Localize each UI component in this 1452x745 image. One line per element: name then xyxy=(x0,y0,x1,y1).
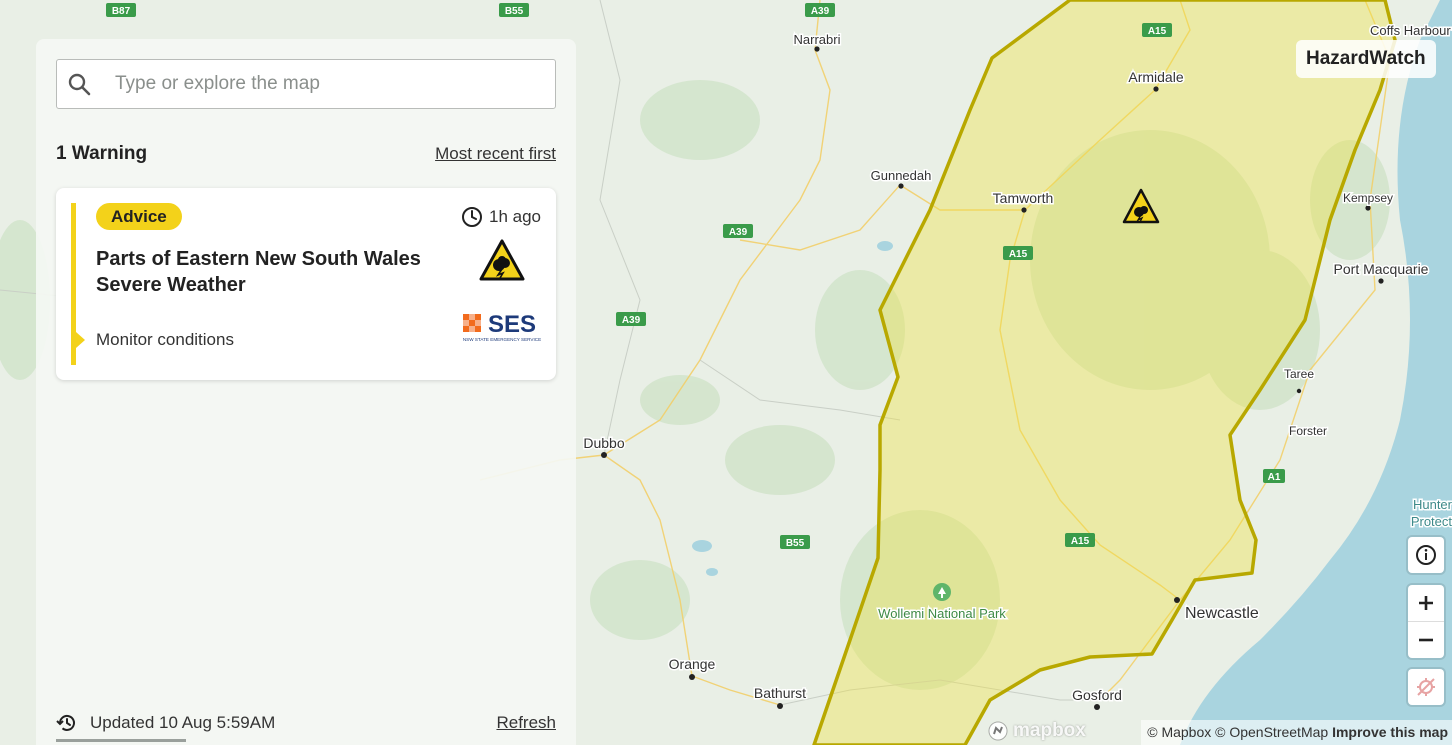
info-button[interactable] xyxy=(1408,537,1444,573)
road-shield-a15: A15 xyxy=(1065,533,1095,547)
map-label-hunter: Hunter xyxy=(1413,497,1452,512)
map-label-narrabri: Narrabri xyxy=(794,32,841,47)
warning-level-badge: Advice xyxy=(96,203,182,230)
map-label-taree: Taree xyxy=(1284,367,1314,381)
zoom-control[interactable] xyxy=(1408,585,1444,658)
svg-text:B87: B87 xyxy=(112,6,131,17)
warning-time-text: 1h ago xyxy=(489,207,541,226)
warning-action: Monitor conditions xyxy=(96,330,234,349)
road-shield-a15: A15 xyxy=(1003,246,1033,260)
mapbox-logo-text: mapbox xyxy=(1013,720,1086,741)
map-label-dubbo: Dubbo xyxy=(583,435,624,451)
info-control[interactable] xyxy=(1408,537,1444,573)
svg-text:A39: A39 xyxy=(811,6,830,17)
svg-text:B55: B55 xyxy=(505,6,524,17)
improve-map-link[interactable]: Improve this map xyxy=(1332,724,1448,740)
search-icon xyxy=(68,73,91,96)
warning-time: 1h ago xyxy=(461,206,541,228)
svg-text:NSW STATE EMERGENCY SERVICE: NSW STATE EMERGENCY SERVICE xyxy=(463,337,541,342)
map-label-armidale: Armidale xyxy=(1128,69,1183,85)
history-icon xyxy=(56,714,75,731)
warning-title-line2: Severe Weather xyxy=(96,274,246,296)
warning-title: Parts of Eastern New South Wales Severe … xyxy=(96,246,436,298)
svg-text:B55: B55 xyxy=(786,538,805,549)
map-label-kempsey: Kempsey xyxy=(1343,191,1393,205)
map-label-gunnedah: Gunnedah xyxy=(871,168,932,183)
minus-icon xyxy=(1419,638,1433,642)
refresh-button[interactable]: Refresh xyxy=(496,713,556,733)
map-label-gosford: Gosford xyxy=(1072,687,1122,703)
attribution-mapbox-link[interactable]: © Mapbox xyxy=(1147,724,1211,740)
last-updated-text: Updated 10 Aug 5:59AM xyxy=(90,713,276,732)
map-label-wollemi: Wollemi National Park xyxy=(878,606,1006,621)
svg-text:A15: A15 xyxy=(1071,536,1090,547)
svg-text:A15: A15 xyxy=(1009,249,1028,260)
geolocate-button[interactable] xyxy=(1408,669,1444,705)
map-label-forster: Forster xyxy=(1289,424,1327,438)
park-icon xyxy=(933,583,951,601)
road-shield-b55: B55 xyxy=(780,535,810,549)
severe-weather-icon xyxy=(479,239,525,281)
search-box[interactable] xyxy=(56,59,556,109)
map-label-orange: Orange xyxy=(669,656,716,672)
info-icon xyxy=(1416,545,1436,565)
map-label-bathurst: Bathurst xyxy=(754,685,806,701)
app-brand[interactable]: HazardWatch xyxy=(1296,40,1436,78)
svg-text:SES: SES xyxy=(488,311,536,338)
clock-icon xyxy=(462,207,482,227)
location-disabled-icon xyxy=(1417,678,1435,696)
warning-count: 1 Warning xyxy=(56,143,148,164)
road-shield-a39: A39 xyxy=(723,224,753,238)
map-label-protect: Protect xyxy=(1411,514,1452,529)
svg-text:A1: A1 xyxy=(1268,472,1281,483)
map-label-tamworth: Tamworth xyxy=(993,190,1054,206)
road-shield-b87: B87 xyxy=(106,3,136,17)
road-shield-a39: A39 xyxy=(616,312,646,326)
map-attribution: © Mapbox © OpenStreetMap Improve this ma… xyxy=(1141,720,1452,745)
zoom-in-button[interactable] xyxy=(1408,585,1444,621)
road-shield-b55: B55 xyxy=(499,3,529,17)
zoom-out-button[interactable] xyxy=(1408,621,1444,658)
refresh-progress-bar xyxy=(56,739,186,742)
geolocate-control[interactable] xyxy=(1408,669,1444,705)
last-updated: Updated 10 Aug 5:59AM xyxy=(56,712,275,734)
road-shield-a1: A1 xyxy=(1263,469,1285,483)
svg-text:A15: A15 xyxy=(1148,26,1167,37)
search-input[interactable] xyxy=(113,60,537,108)
map-label-newcastle: Newcastle xyxy=(1185,605,1259,622)
svg-text:A39: A39 xyxy=(622,315,641,326)
map-label-coffs: Coffs Harbour xyxy=(1370,23,1451,38)
svg-text:A39: A39 xyxy=(729,227,748,238)
attribution-osm-link[interactable]: © OpenStreetMap xyxy=(1215,724,1328,740)
warning-level-arrow xyxy=(76,332,85,348)
ses-logo: SES NSW STATE EMERGENCY SERVICE xyxy=(461,310,543,349)
mapbox-logo[interactable]: mapbox xyxy=(987,720,1086,742)
map-label-port-macquarie: Port Macquarie xyxy=(1334,261,1429,277)
mapbox-logo-icon xyxy=(988,721,1008,741)
warning-title-line1: Parts of Eastern New South Wales xyxy=(96,248,421,270)
warnings-panel: 1 Warning Most recent first Advice 1h ag… xyxy=(36,39,576,745)
road-shield-a39: A39 xyxy=(805,3,835,17)
sort-button[interactable]: Most recent first xyxy=(435,144,556,164)
plus-icon xyxy=(1419,596,1433,610)
warning-card[interactable]: Advice 1h ago Parts of Eastern New South… xyxy=(56,188,556,380)
road-shield-a15: A15 xyxy=(1142,23,1172,37)
